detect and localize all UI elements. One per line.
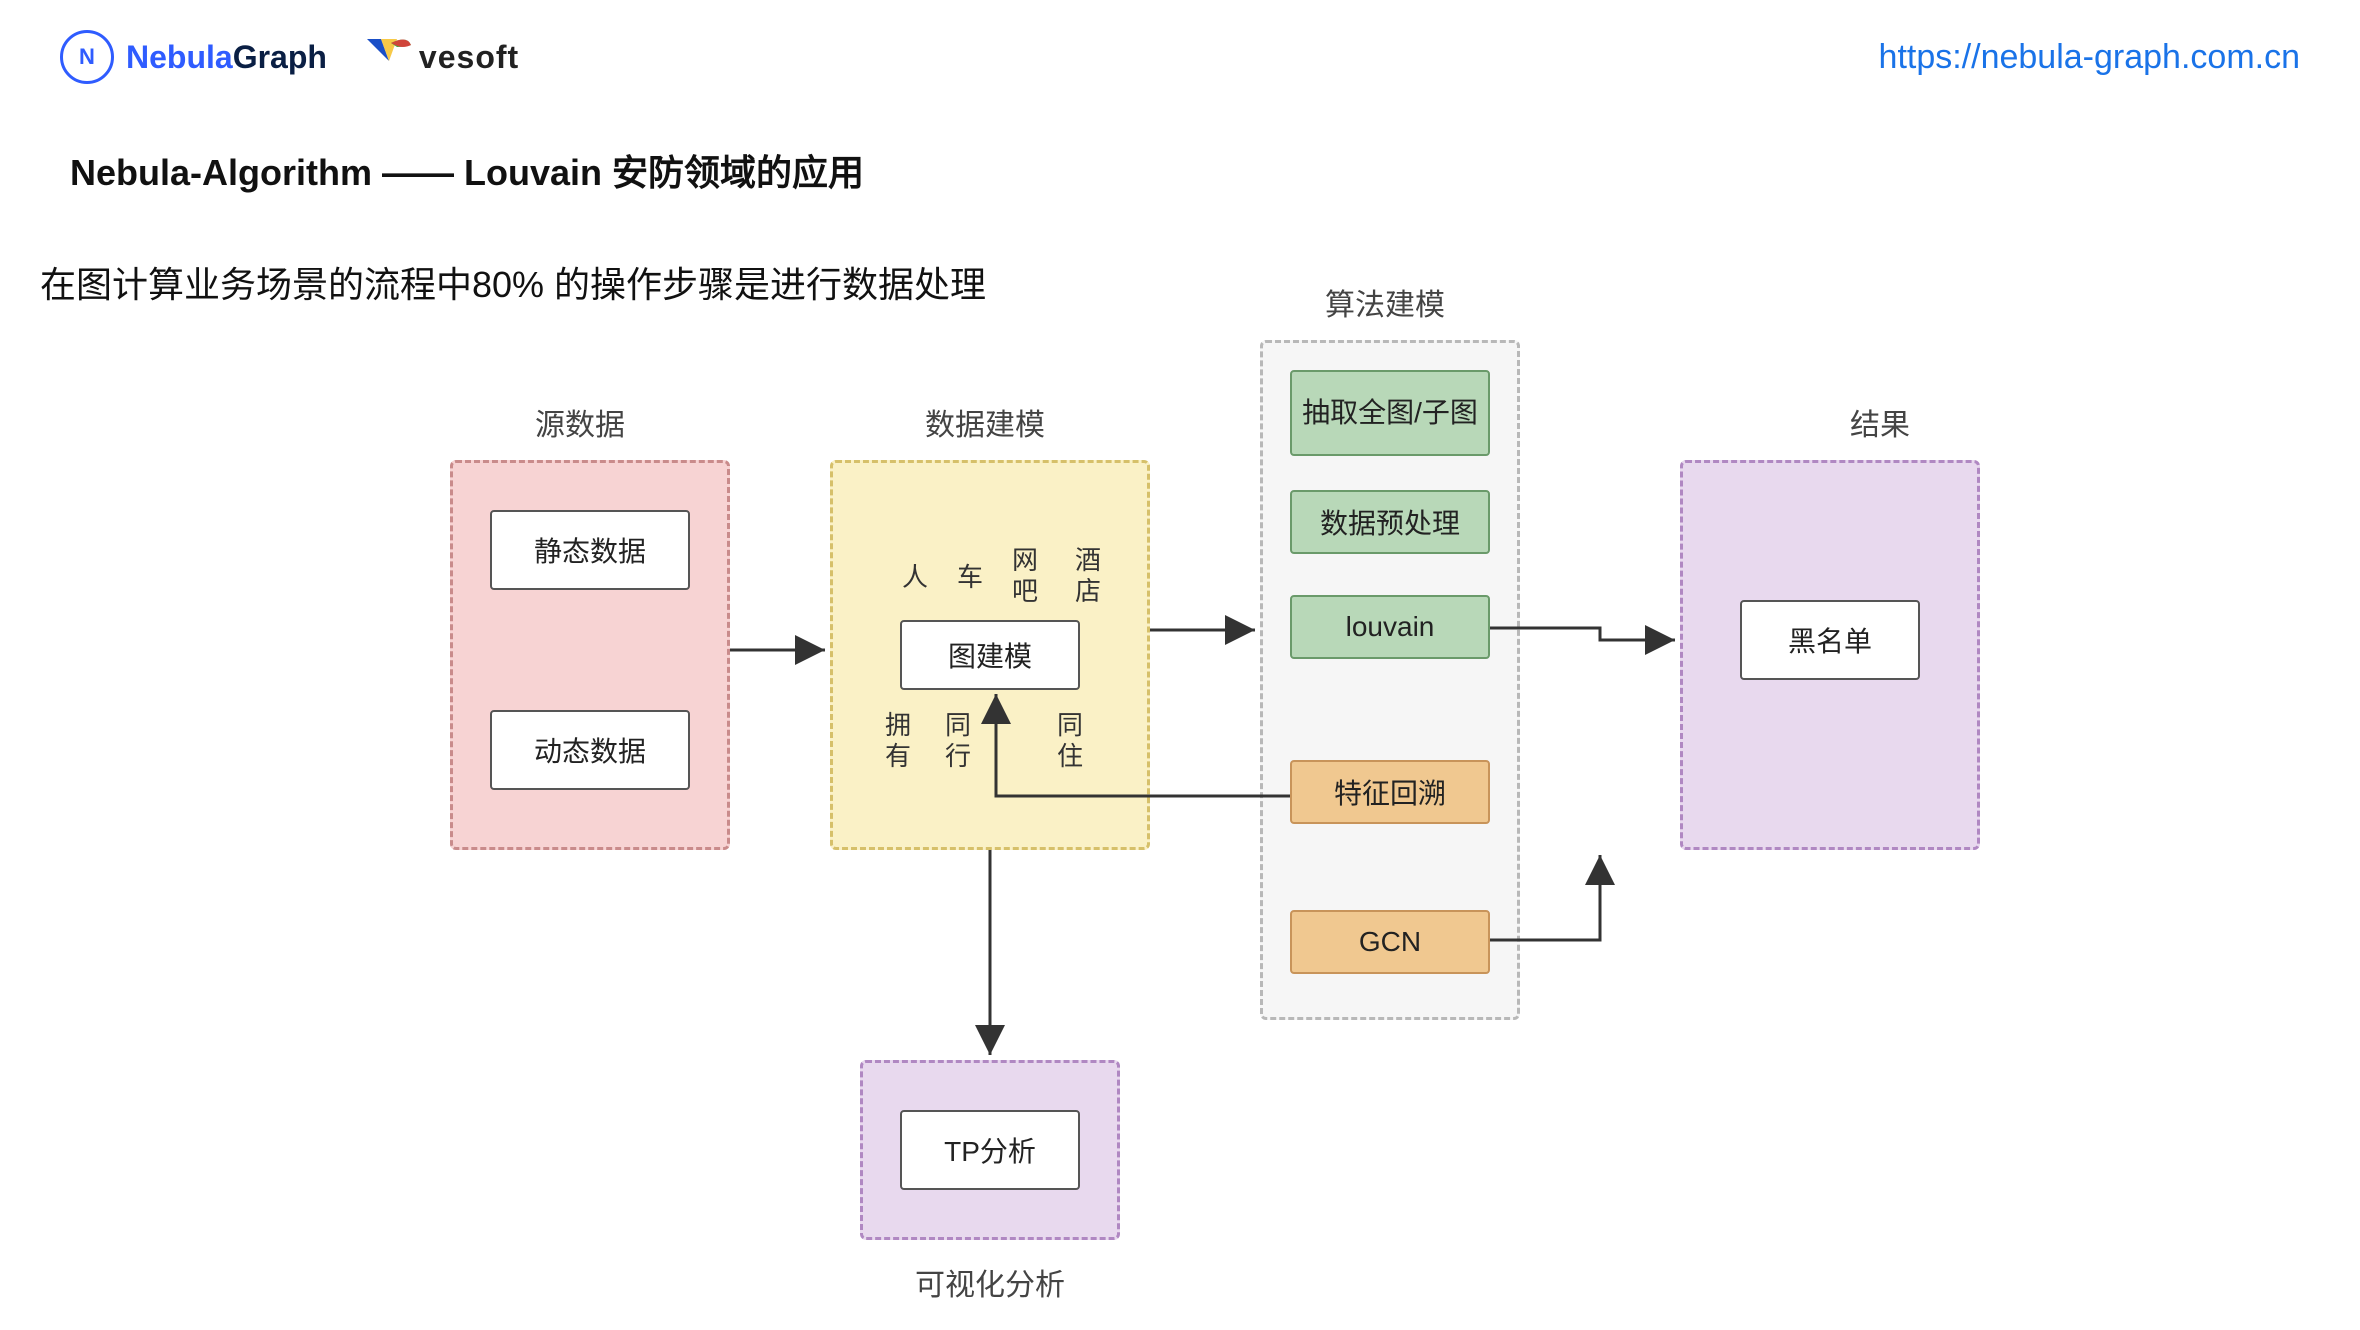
label-own: 拥有 xyxy=(878,710,918,772)
group-label-algo: 算法建模 xyxy=(1285,280,1485,324)
label-walk: 同行 xyxy=(938,710,978,772)
tp-box: TP分析 xyxy=(900,1110,1080,1190)
algo-feature-box: 特征回溯 xyxy=(1290,760,1490,824)
label-netbar: 网吧 xyxy=(1005,545,1045,607)
label-hotel: 酒店 xyxy=(1068,545,1108,607)
dynamic-data-box: 动态数据 xyxy=(490,710,690,790)
blacklist-box: 黑名单 xyxy=(1740,600,1920,680)
algo-extract-box: 抽取全图/子图 xyxy=(1290,370,1490,456)
algo-louvain-box: louvain xyxy=(1290,595,1490,659)
group-label-viz: 可视化分析 xyxy=(900,1260,1080,1304)
graph-modeling-box: 图建模 xyxy=(900,620,1080,690)
diagram-canvas: 源数据 数据建模 算法建模 结果 可视化分析 静态数据 动态数据 图建模 人 车… xyxy=(0,0,2360,1330)
arrows xyxy=(0,0,2360,1330)
group-label-modeling: 数据建模 xyxy=(905,400,1065,444)
group-label-source: 源数据 xyxy=(500,400,660,444)
label-car: 车 xyxy=(950,562,990,593)
static-data-box: 静态数据 xyxy=(490,510,690,590)
algo-gcn-box: GCN xyxy=(1290,910,1490,974)
label-stay: 同住 xyxy=(1050,710,1090,772)
algo-preprocess-box: 数据预处理 xyxy=(1290,490,1490,554)
group-label-result: 结果 xyxy=(1800,400,1960,444)
label-person: 人 xyxy=(895,562,935,593)
